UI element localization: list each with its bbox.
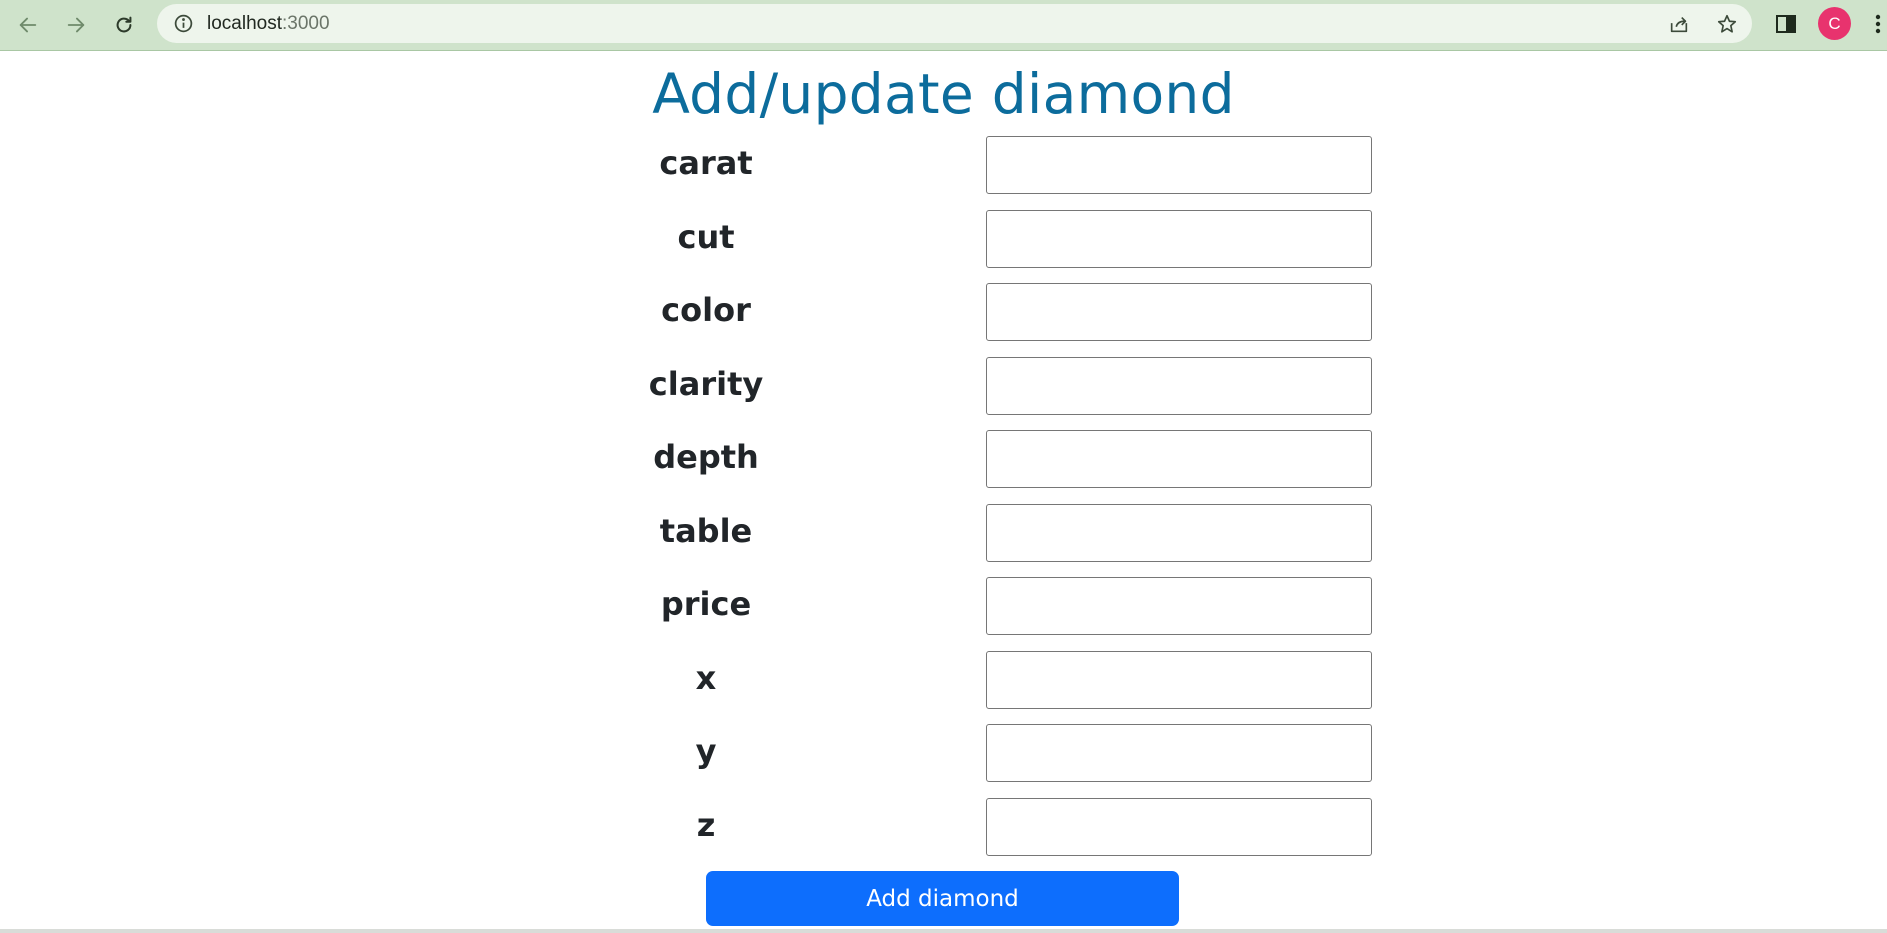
page-title: Add/update diamond: [652, 62, 1235, 126]
profile-avatar[interactable]: C: [1818, 7, 1851, 40]
carat-input[interactable]: [986, 136, 1372, 194]
field-label: table: [659, 512, 753, 550]
back-button[interactable]: [12, 9, 44, 41]
field-label: x: [695, 659, 717, 697]
cut-input[interactable]: [986, 210, 1372, 268]
forward-button[interactable]: [60, 9, 92, 41]
field-label: carat: [659, 144, 753, 182]
add-diamond-button[interactable]: Add diamond: [706, 871, 1179, 926]
browser-toolbar: localhost:3000 C: [0, 0, 1887, 51]
avatar-letter: C: [1828, 13, 1841, 33]
price-input[interactable]: [986, 577, 1372, 635]
share-icon[interactable]: [1668, 13, 1690, 35]
horizontal-scrollbar[interactable]: [0, 929, 1887, 933]
arrow-right-icon: [67, 17, 85, 33]
y-input[interactable]: [986, 724, 1372, 782]
star-icon[interactable]: [1716, 13, 1738, 35]
kebab-menu-icon[interactable]: [1872, 12, 1884, 36]
form-row-y: y: [0, 724, 1887, 782]
address-bar[interactable]: localhost:3000: [157, 4, 1752, 43]
form-row-carat: carat: [0, 136, 1887, 194]
form-row-depth: depth: [0, 430, 1887, 488]
table-input[interactable]: [986, 504, 1372, 562]
field-label: color: [661, 291, 751, 329]
x-input[interactable]: [986, 651, 1372, 709]
field-label: depth: [653, 438, 759, 476]
form-row-price: price: [0, 577, 1887, 635]
field-label: clarity: [648, 365, 764, 403]
form-row-x: x: [0, 651, 1887, 709]
form-row-z: z: [0, 798, 1887, 856]
url-port: :3000: [282, 13, 330, 34]
url-host: localhost: [207, 13, 282, 34]
page-content: Add/update diamond carat cut color clari…: [0, 52, 1887, 930]
z-input[interactable]: [986, 798, 1372, 856]
field-label: z: [696, 806, 716, 844]
clarity-input[interactable]: [986, 357, 1372, 415]
depth-input[interactable]: [986, 430, 1372, 488]
form-row-color: color: [0, 283, 1887, 341]
info-icon[interactable]: [173, 13, 194, 34]
form-row-table: table: [0, 504, 1887, 562]
form-row-clarity: clarity: [0, 357, 1887, 415]
reload-button[interactable]: [108, 9, 140, 41]
field-label: price: [660, 585, 752, 623]
side-panel-icon[interactable]: [1774, 12, 1798, 36]
field-label: y: [695, 732, 717, 770]
reload-icon: [116, 16, 132, 33]
url-text[interactable]: localhost:3000: [207, 13, 330, 34]
field-label: cut: [677, 218, 735, 256]
form-row-cut: cut: [0, 210, 1887, 268]
color-input[interactable]: [986, 283, 1372, 341]
arrow-left-icon: [19, 17, 37, 33]
